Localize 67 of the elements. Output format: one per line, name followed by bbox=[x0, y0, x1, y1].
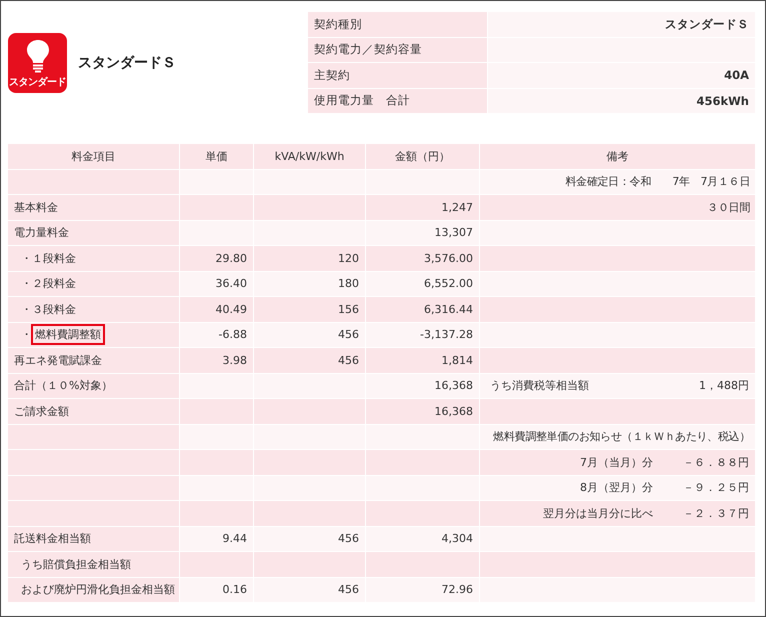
table-cell: および廃炉円滑化負担金相当額 bbox=[8, 578, 179, 602]
item-label: １段料金 bbox=[32, 250, 76, 266]
table-cell: 456 bbox=[254, 348, 365, 372]
contract-value: 40A bbox=[488, 63, 755, 88]
table-cell: 6,316.44 bbox=[366, 297, 479, 322]
table-cell: 16,368 bbox=[366, 374, 479, 398]
table-cell: -3,137.28 bbox=[366, 322, 479, 347]
contract-value: スタンダードＳ bbox=[488, 12, 755, 36]
table-cell: 料金確定日：令和 7年 7月１６日 bbox=[480, 170, 755, 194]
table-cell: 16,368 bbox=[366, 399, 479, 424]
table-cell: 40.49 bbox=[180, 297, 253, 322]
table-cell: 合計（１０%対象） bbox=[8, 374, 179, 398]
table-cell: 36.40 bbox=[180, 272, 253, 296]
note-value: －６．８８円 bbox=[682, 454, 749, 470]
highlighted-label: 燃料費調整額 bbox=[31, 324, 105, 346]
table-cell: 13,307 bbox=[366, 220, 479, 245]
column-header: 金額（円） bbox=[366, 144, 479, 168]
table-cell: 6,552.00 bbox=[366, 272, 479, 296]
table-cell: ３０日間 bbox=[480, 195, 755, 220]
table-cell: 456 bbox=[254, 526, 365, 551]
table-cell: 9.44 bbox=[180, 526, 253, 551]
table-cell: 基本料金 bbox=[8, 195, 179, 220]
contract-label: 契約電力／契約容量 bbox=[308, 38, 487, 62]
table-cell: 電力量料金 bbox=[8, 220, 179, 245]
table-cell: 1,814 bbox=[366, 348, 479, 372]
table-cell: -6.88 bbox=[180, 322, 253, 347]
contract-value: 456kWh bbox=[488, 88, 755, 113]
table-cell: 29.80 bbox=[180, 246, 253, 270]
table-cell: 3,576.00 bbox=[366, 246, 479, 270]
table-cell: 120 bbox=[254, 246, 365, 270]
logo-label: スタンダード bbox=[9, 76, 66, 89]
table-cell: 燃料費調整単価のお知らせ（１ｋＷｈあたり、税込） bbox=[480, 424, 755, 449]
contract-label: 主契約 bbox=[308, 63, 487, 88]
table-cell: 156 bbox=[254, 297, 365, 322]
table-cell: 1,247 bbox=[366, 195, 479, 220]
table-cell: ご請求金額 bbox=[8, 399, 179, 424]
note-value: －９．２５円 bbox=[682, 480, 749, 496]
contract-label: 使用電力量 合計 bbox=[308, 88, 487, 113]
column-header: 料金項目 bbox=[8, 144, 179, 168]
table-cell: 456 bbox=[254, 322, 365, 347]
note-label: うち消費税等相当額 bbox=[490, 378, 589, 394]
table-cell: 180 bbox=[254, 272, 365, 296]
item-label: ２段料金 bbox=[32, 276, 76, 292]
table-cell: 3.98 bbox=[180, 348, 253, 372]
table-cell: うち賠償負担金相当額 bbox=[8, 552, 179, 576]
table-cell: 4,304 bbox=[366, 526, 479, 551]
note-label: 8月（翌月）分 bbox=[580, 480, 653, 496]
table-cell: 72.96 bbox=[366, 578, 479, 602]
item-label: ３段料金 bbox=[32, 302, 76, 317]
bullet-text: ・ bbox=[21, 302, 32, 317]
bullet-text: ・ bbox=[21, 327, 32, 342]
note-value: 1，488円 bbox=[699, 378, 749, 394]
bullet-text: ・ bbox=[21, 276, 32, 292]
light-bulb-icon bbox=[26, 39, 50, 73]
note-label: 7月（当月）分 bbox=[580, 454, 653, 470]
table-cell: 456 bbox=[254, 578, 365, 602]
bullet-text: ・ bbox=[21, 250, 32, 266]
note-label: 翌月分は当月分に比べ bbox=[543, 506, 653, 521]
note-value: －２．３７円 bbox=[682, 506, 749, 521]
column-header: 単価 bbox=[180, 144, 253, 168]
column-header: 備考 bbox=[480, 144, 755, 168]
column-header: kVA/kW/kWh bbox=[254, 144, 365, 168]
table-cell: 0.16 bbox=[180, 578, 253, 602]
contract-label: 契約種別 bbox=[308, 12, 487, 36]
table-cell: 託送料金相当額 bbox=[8, 526, 179, 551]
table-cell: 再エネ発電賦課金 bbox=[8, 348, 179, 372]
plan-title: スタンダードＳ bbox=[78, 54, 176, 72]
